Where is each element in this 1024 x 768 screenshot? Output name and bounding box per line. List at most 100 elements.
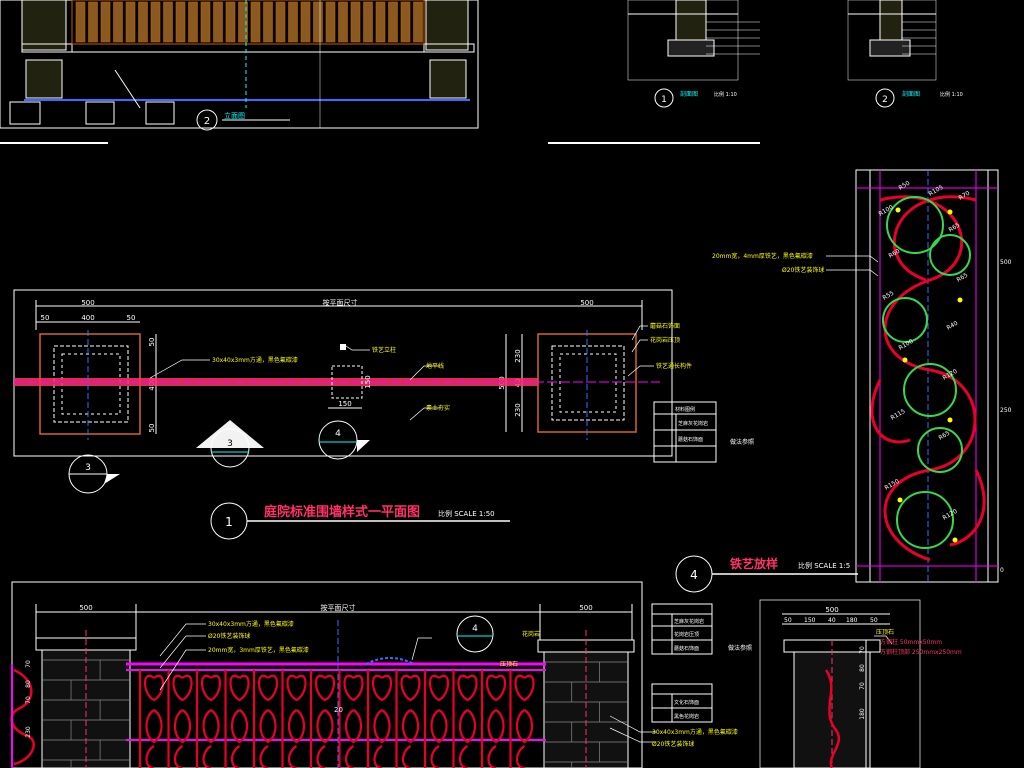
fence-board [288, 1, 298, 43]
elev-right-pier-width: 500 [579, 604, 592, 612]
elev-legend-a-2: 花岗岩压顶 [674, 631, 699, 638]
detail-top-dim: 500 [825, 606, 838, 614]
iron-callout-2: Ø20铁艺装饰球 [782, 266, 824, 274]
fence-board [388, 1, 398, 43]
plan-right-side-dim-3: 230 [514, 403, 522, 416]
section-1-title: 剖面图 [680, 90, 698, 98]
detail-sub-4: 180 [846, 617, 858, 624]
plan-mid-dim-2: 150 [364, 375, 372, 388]
detail-side-1: 70 [859, 646, 866, 654]
plan-note: 做法参照 [730, 438, 754, 446]
detail-side-4: 180 [859, 708, 866, 720]
fence-board [363, 1, 373, 43]
section-marker-2-label: 3 [227, 439, 233, 449]
iron-scale-500: 500 [1000, 259, 1012, 266]
elev-pier-label-1: 花岗岩 [522, 630, 540, 638]
plan-right-pier-width: 500 [580, 299, 593, 307]
section-marker-1-label: 3 [85, 463, 91, 473]
view-number: 2 [204, 116, 210, 127]
plan-pier-callout-3: 铁艺通长构件 [656, 362, 692, 370]
elev-legend-b-2: 黑色花岗岩 [674, 713, 699, 720]
cad-drawing-canvas: 2 立面图 1 剖面图 比例 1:10 2 剖面图 比例 1:10 500 按平… [0, 0, 1024, 768]
plan-sub-dim-2: 400 [81, 314, 94, 322]
elev-left-dim-3: 70 [25, 696, 32, 704]
elev-callout-5: Ø20铁艺装饰球 [652, 740, 694, 748]
fence-board [163, 1, 173, 43]
plan-ground-callout-2: 素土夯实 [426, 404, 450, 412]
elev-callout-1: 30x40x3mm方通，黑色氟碳漆 [208, 620, 294, 628]
fence-board [88, 1, 98, 43]
fence-board [113, 1, 123, 43]
elev-left-dim-2: 80 [25, 680, 32, 688]
plan-mid-dim-1: 150 [338, 400, 351, 408]
ironwork-center-dot [947, 417, 953, 423]
detail-side-2: 80 [859, 664, 866, 672]
detail-sub-3: 40 [828, 617, 836, 624]
plan-title-name: 庭院标准围墙样式一平面图 [264, 504, 420, 520]
ironwork-center-dot [902, 357, 908, 363]
iron-scale-250: 250 [1000, 407, 1012, 414]
plan-legend-row-1: 芝麻灰花岗岩 [678, 420, 708, 427]
fence-board [338, 1, 348, 43]
detail-sub-2: 150 [804, 617, 816, 624]
plan-sub-dim-1: 50 [41, 314, 50, 322]
section-marker-3-label: 4 [335, 429, 341, 439]
elev-legend-b-1: 文化石饰面 [674, 699, 699, 706]
fence-board [138, 1, 148, 43]
plan-legend-title: 材料图例 [675, 406, 695, 413]
plan-post-callout: 铁艺立柱 [372, 346, 396, 354]
detail-callout-1: 方钢柱 50mmx50mm [880, 638, 942, 646]
section-2-title: 剖面图 [902, 90, 920, 98]
elev-total-dim: 按平面尺寸 [321, 603, 356, 612]
ironwork-center-dot [895, 207, 901, 213]
fence-board [75, 1, 86, 43]
elev-callout-4: 30x40x3mm方通，黑色氟碳漆 [652, 728, 738, 736]
section-1-scale: 比例 1:10 [714, 91, 737, 98]
fence-board [300, 1, 311, 43]
fence-board [413, 1, 423, 43]
view-title: 立面图 [224, 111, 245, 120]
fence-board [325, 1, 336, 43]
plan-legend-row-2: 蘑菇石饰面 [678, 436, 703, 443]
fence-board [200, 1, 211, 43]
elev-left-dim-4: 230 [25, 726, 32, 738]
plan-title-scale: 比例 SCALE 1:50 [438, 509, 495, 518]
fence-board [250, 1, 261, 43]
elev-legend-a-3: 蘑菇石饰面 [674, 645, 699, 652]
section-1-number: 1 [661, 95, 667, 105]
fence-board [350, 1, 361, 43]
elev-left-dim-1: 70 [25, 660, 32, 668]
section-2-number: 2 [882, 95, 888, 105]
fence-board [100, 1, 111, 43]
fence-board [263, 1, 273, 43]
elev-legend-a-1: 芝麻灰花岗岩 [674, 618, 704, 625]
iron-title-number: 4 [690, 568, 698, 582]
detail-callout-2: 方钢柱顶部 250mmx250mm [880, 648, 962, 656]
fence-board [275, 1, 286, 43]
plan-side-dim-1: 50 [148, 338, 156, 347]
plan-sub-dim-3: 50 [127, 314, 136, 322]
plan-pier-callout-2: 花岗岩压顶 [650, 336, 680, 344]
fence-board [225, 1, 236, 43]
iron-title-scale: 比例 SCALE 1:5 [798, 561, 850, 570]
fence-board [375, 1, 386, 43]
ironwork-center-dot [957, 297, 963, 303]
plan-total-dim: 按平面尺寸 [323, 298, 358, 307]
fence-board [313, 1, 323, 43]
iron-scale-0: 0 [1000, 567, 1004, 574]
elev-center-label: 20 [334, 706, 343, 714]
ironwork-center-dot [897, 497, 903, 503]
elev-section-mark: 4 [472, 624, 478, 634]
elev-note: 做法参照 [728, 644, 752, 652]
iron-callout-1: 20mm宽，4mm厚铁艺，黑色氟碳漆 [712, 252, 813, 260]
detail-sub-5: 50 [870, 617, 878, 624]
plan-right-side-dim-1: 230 [514, 349, 522, 362]
iron-title-name: 铁艺放样 [730, 556, 778, 571]
elev-left-pier-width: 500 [79, 604, 92, 612]
ironwork-center-dot [947, 209, 953, 215]
fence-board [150, 1, 161, 43]
ironwork-center-dot [952, 537, 958, 543]
detail-label: 压顶石 [876, 629, 894, 636]
plan-pier-callout-1: 蘑菇石饰面 [650, 322, 680, 330]
detail-sub-1: 50 [784, 617, 792, 624]
